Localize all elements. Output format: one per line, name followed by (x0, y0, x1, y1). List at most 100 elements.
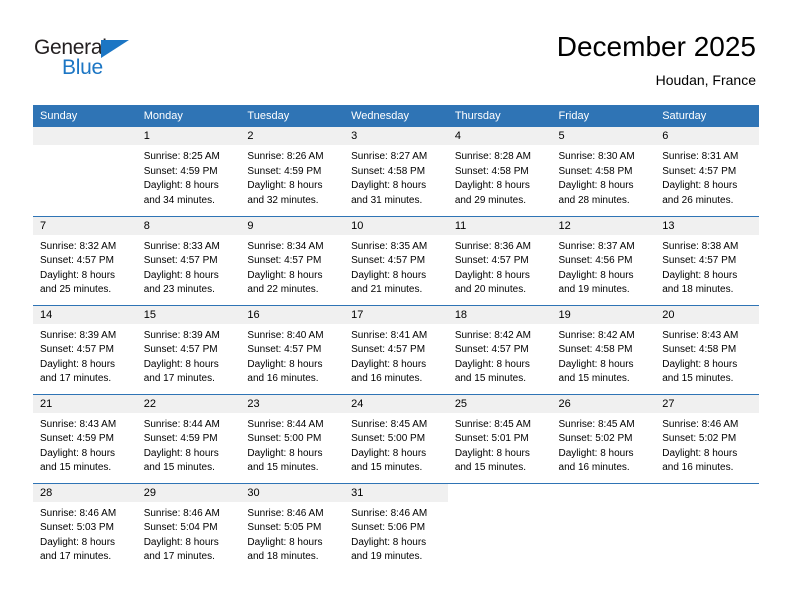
day-detail-line: Sunset: 4:57 PM (247, 344, 322, 355)
calendar-empty-cell (447, 482, 552, 572)
day-detail-line: Sunset: 4:58 PM (558, 165, 633, 177)
day-detail-line: and 31 minutes. (351, 194, 423, 206)
day-details: Sunrise: 8:42 AM Sunset: 4:57 PM Daylight:… (448, 324, 552, 387)
day-detail-line: Daylight: 8 hours (351, 180, 427, 191)
day-detail-line: and 34 minutes. (143, 194, 215, 206)
day-number: 29 (136, 483, 241, 502)
day-detail-line: and 22 minutes. (247, 284, 319, 295)
day-detail-line: Sunset: 4:57 PM (40, 255, 114, 266)
day-detail-line: Sunset: 5:02 PM (662, 433, 737, 444)
calendar-day-cell[interactable]: 17 Sunrise: 8:41 AM Sunset: 4:57 PM Dayligh… (344, 304, 448, 394)
calendar-day-cell[interactable]: 11 Sunrise: 8:36 AM Sunset: 4:57 PM Dayligh… (447, 215, 552, 305)
day-number: 26 (551, 394, 656, 413)
day-details: Sunrise: 8:46 AM Sunset: 5:03 PM Daylight:… (33, 502, 137, 565)
calendar-day-cell[interactable]: 9 Sunrise: 8:34 AM Sunset: 4:57 PM Daylight… (240, 215, 345, 305)
calendar-week-row: 1 Sunrise: 8:25 AM Sunset: 4:59 PM Daylight… (33, 127, 759, 216)
logo-text-blue: Blue (62, 56, 103, 79)
calendar-day-cell[interactable]: 10 Sunrise: 8:35 AM Sunset: 4:57 PM Dayligh… (344, 215, 448, 305)
day-detail-line: Daylight: 8 hours (558, 269, 634, 281)
day-detail-line: Sunset: 5:03 PM (40, 522, 114, 533)
day-details: Sunrise: 8:36 AM Sunset: 4:57 PM Daylight:… (448, 235, 552, 298)
day-detail-line: Sunrise: 8:46 AM (247, 507, 324, 519)
calendar-day-cell[interactable]: 30 Sunrise: 8:46 AM Sunset: 5:05 PM Dayligh… (240, 482, 345, 572)
calendar-day-cell[interactable]: 27 Sunrise: 8:46 AM Sunset: 5:02 PM Dayligh… (655, 393, 759, 483)
calendar-day-cell[interactable]: 18 Sunrise: 8:42 AM Sunset: 4:57 PM Dayligh… (447, 304, 552, 394)
day-detail-line: Daylight: 8 hours (662, 358, 738, 370)
calendar-day-cell[interactable]: 1 Sunrise: 8:25 AM Sunset: 4:59 PM Daylight… (136, 127, 241, 216)
day-detail-line: Sunrise: 8:38 AM (662, 240, 739, 252)
calendar-day-cell[interactable]: 6 Sunrise: 8:31 AM Sunset: 4:57 PM Daylight… (655, 127, 759, 216)
day-detail-line: Sunset: 5:00 PM (351, 433, 426, 444)
day-number (551, 483, 656, 502)
day-detail-line: Sunset: 4:58 PM (454, 165, 529, 177)
calendar-empty-cell (551, 482, 656, 572)
calendar-day-cell[interactable]: 8 Sunrise: 8:33 AM Sunset: 4:57 PM Daylight… (136, 215, 241, 305)
day-detail-line: Sunset: 5:02 PM (558, 433, 633, 444)
day-detail-line: Sunrise: 8:39 AM (143, 329, 220, 341)
day-detail-line: Sunrise: 8:33 AM (143, 240, 220, 252)
day-number: 7 (33, 216, 137, 235)
calendar-day-cell[interactable]: 21 Sunrise: 8:43 AM Sunset: 4:59 PM Dayligh… (33, 393, 137, 483)
calendar-day-cell[interactable]: 3 Sunrise: 8:27 AM Sunset: 4:58 PM Daylight… (344, 127, 448, 216)
calendar-day-cell[interactable]: 15 Sunrise: 8:39 AM Sunset: 4:57 PM Dayligh… (136, 304, 241, 394)
day-detail-line: and 15 minutes. (351, 462, 423, 473)
day-detail-line: Sunrise: 8:41 AM (351, 329, 428, 341)
day-detail-line: Sunrise: 8:46 AM (40, 507, 117, 519)
day-detail-line: and 17 minutes. (40, 551, 112, 562)
calendar-day-cell[interactable]: 5 Sunrise: 8:30 AM Sunset: 4:58 PM Daylight… (551, 127, 656, 216)
day-detail-line: Daylight: 8 hours (351, 447, 427, 459)
day-details: Sunrise: 8:43 AM Sunset: 4:58 PM Daylight:… (655, 324, 759, 387)
calendar-day-cell[interactable]: 22 Sunrise: 8:44 AM Sunset: 4:59 PM Dayligh… (136, 393, 241, 483)
day-detail-line: Daylight: 8 hours (351, 269, 427, 281)
day-detail-line: Sunset: 5:00 PM (247, 433, 322, 444)
day-detail-line: Daylight: 8 hours (558, 180, 634, 191)
calendar-day-cell[interactable]: 7 Sunrise: 8:32 AM Sunset: 4:57 PM Daylight… (33, 215, 137, 305)
calendar-day-cell[interactable]: 28 Sunrise: 8:46 AM Sunset: 5:03 PM Dayligh… (33, 482, 137, 572)
day-number: 28 (33, 483, 137, 502)
calendar-day-cell[interactable]: 31 Sunrise: 8:46 AM Sunset: 5:06 PM Dayligh… (344, 482, 448, 572)
day-details: Sunrise: 8:44 AM Sunset: 5:00 PM Daylight:… (240, 413, 344, 476)
day-detail-line: and 15 minutes. (40, 462, 112, 473)
calendar-day-cell[interactable]: 16 Sunrise: 8:40 AM Sunset: 4:57 PM Dayligh… (240, 304, 345, 394)
day-detail-line: and 17 minutes. (143, 551, 215, 562)
day-details: Sunrise: 8:42 AM Sunset: 4:58 PM Daylight:… (552, 324, 656, 387)
day-detail-line: and 16 minutes. (558, 462, 630, 473)
day-detail-line: Sunset: 4:57 PM (40, 344, 114, 355)
calendar-week-row: 28 Sunrise: 8:46 AM Sunset: 5:03 PM Dayligh… (33, 482, 759, 572)
day-number: 30 (240, 483, 345, 502)
day-number: 6 (655, 127, 759, 145)
day-detail-line: Daylight: 8 hours (662, 269, 738, 281)
day-number: 23 (240, 394, 345, 413)
day-detail-line: Sunset: 4:59 PM (143, 165, 218, 177)
day-number: 25 (447, 394, 552, 413)
calendar-page: General Blue December 2025 Houdan, Franc… (0, 0, 792, 612)
calendar-week-row: 14 Sunrise: 8:39 AM Sunset: 4:57 PM Dayligh… (33, 304, 759, 394)
calendar-day-cell[interactable]: 25 Sunrise: 8:45 AM Sunset: 5:01 PM Dayligh… (447, 393, 552, 483)
calendar-empty-cell (655, 482, 759, 572)
day-number: 2 (240, 127, 345, 145)
calendar-day-cell[interactable]: 4 Sunrise: 8:28 AM Sunset: 4:58 PM Daylight… (447, 127, 552, 216)
day-detail-line: Daylight: 8 hours (40, 269, 116, 281)
day-detail-line: Daylight: 8 hours (40, 536, 116, 548)
day-detail-line: Sunrise: 8:34 AM (247, 240, 324, 252)
calendar-day-cell[interactable]: 13 Sunrise: 8:38 AM Sunset: 4:57 PM Dayligh… (655, 215, 759, 305)
calendar-day-cell[interactable]: 2 Sunrise: 8:26 AM Sunset: 4:59 PM Daylight… (240, 127, 345, 216)
calendar-day-cell[interactable]: 19 Sunrise: 8:42 AM Sunset: 4:58 PM Dayligh… (551, 304, 656, 394)
calendar-day-cell[interactable]: 29 Sunrise: 8:46 AM Sunset: 5:04 PM Dayligh… (136, 482, 241, 572)
day-detail-line: Daylight: 8 hours (351, 536, 427, 548)
day-number: 22 (136, 394, 241, 413)
weekday-header-saturday: Saturday (655, 105, 759, 127)
day-detail-line: Daylight: 8 hours (143, 447, 219, 459)
calendar-day-cell[interactable]: 24 Sunrise: 8:45 AM Sunset: 5:00 PM Dayligh… (344, 393, 448, 483)
day-detail-line: Daylight: 8 hours (558, 447, 634, 459)
calendar-day-cell[interactable]: 26 Sunrise: 8:45 AM Sunset: 5:02 PM Dayligh… (551, 393, 656, 483)
calendar-day-cell[interactable]: 12 Sunrise: 8:37 AM Sunset: 4:56 PM Dayligh… (551, 215, 656, 305)
day-detail-line: Sunset: 4:57 PM (351, 255, 426, 266)
day-details: Sunrise: 8:41 AM Sunset: 4:57 PM Daylight:… (344, 324, 448, 387)
day-detail-line: Sunrise: 8:31 AM (662, 151, 739, 162)
calendar-day-cell[interactable]: 23 Sunrise: 8:44 AM Sunset: 5:00 PM Dayligh… (240, 393, 345, 483)
calendar-day-cell[interactable]: 20 Sunrise: 8:43 AM Sunset: 4:58 PM Dayligh… (655, 304, 759, 394)
calendar-day-cell[interactable]: 14 Sunrise: 8:39 AM Sunset: 4:57 PM Dayligh… (33, 304, 137, 394)
day-details: Sunrise: 8:33 AM Sunset: 4:57 PM Daylight:… (137, 235, 241, 298)
day-detail-line: Sunset: 4:58 PM (662, 344, 737, 355)
